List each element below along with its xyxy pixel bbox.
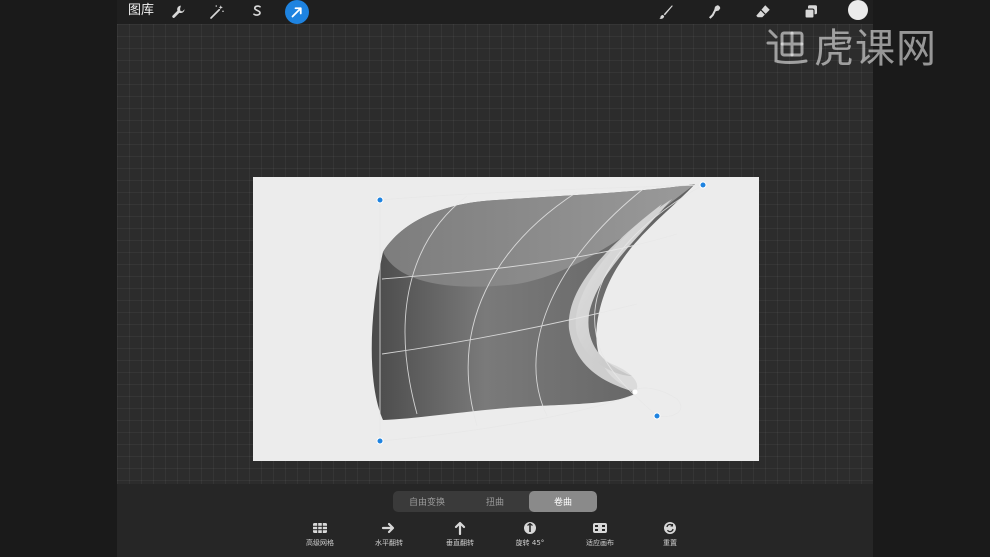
mode-free-transform[interactable]: 自由变换 [393,491,461,512]
wrench-icon[interactable] [167,0,191,24]
fit-canvas-label: 适应画布 [586,539,614,547]
warp-handle-top-right [699,181,707,189]
advanced-mesh-label: 高级网格 [306,539,334,547]
magic-wand-icon[interactable] [205,0,229,24]
flip-vertical-button[interactable]: 垂直翻转 [425,521,495,548]
watermark-logo-icon [766,29,808,64]
warp-handle-bottom-left [376,437,384,445]
workspace [117,24,873,484]
gallery-button[interactable]: 图库 [128,2,154,20]
fit-canvas-icon [592,521,608,535]
transform-panel: 自由变换 扭曲 卷曲 高级网格 水平翻转 垂直翻转 旋转 45° 适应画布 重置 [117,484,873,557]
rotate-45-label: 旋转 45° [515,539,545,547]
watermark: 虎课网 [762,20,972,72]
arrow-right-icon [381,521,397,535]
top-toolbar: 图库 [117,0,873,24]
advanced-mesh-button[interactable]: 高级网格 [285,521,355,548]
rotate-icon [522,521,538,535]
fit-canvas-button[interactable]: 适应画布 [565,521,635,548]
mode-warp[interactable]: 卷曲 [529,491,597,512]
mode-distort[interactable]: 扭曲 [461,491,529,512]
reset-button[interactable]: 重置 [635,521,705,548]
warp-handle-top-left [376,196,384,204]
watermark-text: 虎课网 [814,26,937,72]
left-letterbox [0,0,117,557]
reset-label: 重置 [663,539,677,547]
flip-horizontal-button[interactable]: 水平翻转 [354,521,424,548]
grid-icon [312,521,328,535]
arrow-up-icon [452,521,468,535]
procreate-app: 图库 自由变换 扭曲 卷曲 高级网格 水平翻转 垂直翻转 旋转 45° 适应画布… [117,0,873,557]
right-letterbox [873,0,990,557]
selection-s-icon[interactable] [245,0,269,24]
flip-vertical-label: 垂直翻转 [446,539,474,547]
brush-icon[interactable] [654,0,678,24]
transform-mode-selector: 自由变换 扭曲 卷曲 [393,491,597,512]
warp-canvas[interactable] [117,24,873,484]
smudge-icon[interactable] [703,0,727,24]
rotate-45-button[interactable]: 旋转 45° [495,521,565,548]
transform-arrow-icon[interactable] [285,0,309,24]
flip-horizontal-label: 水平翻转 [375,539,403,547]
warp-handle-bottom-right [653,412,661,420]
reset-icon [662,521,678,535]
